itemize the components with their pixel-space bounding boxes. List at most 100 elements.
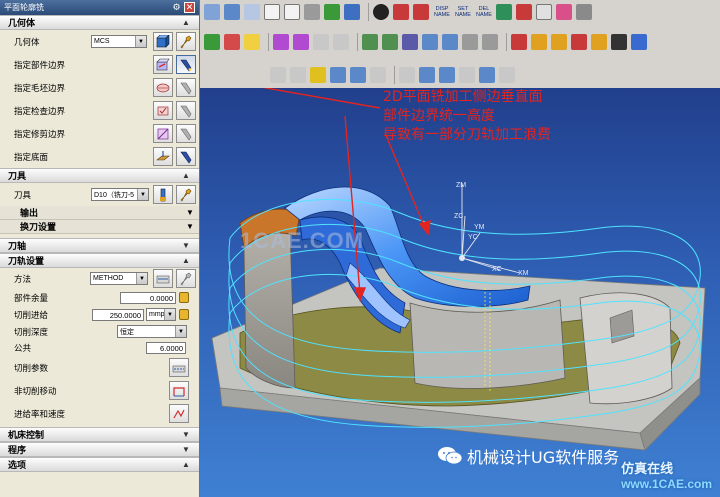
snap-mid-icon[interactable] xyxy=(350,67,366,83)
tool-select[interactable]: D10（铣刀-5 ▼ xyxy=(91,188,149,201)
view-icon[interactable] xyxy=(393,4,409,20)
wcs-icon[interactable] xyxy=(413,4,429,20)
set-name-button[interactable]: SET NAME xyxy=(454,6,472,18)
section-geometry-header[interactable]: 几何体 ▲ xyxy=(0,15,199,30)
polygon-icon[interactable] xyxy=(284,4,300,20)
pin-icon[interactable] xyxy=(462,34,478,50)
feeds-speeds-button[interactable] xyxy=(169,404,189,423)
blend-icon[interactable] xyxy=(422,34,438,50)
print-icon[interactable] xyxy=(611,34,627,50)
snap-off-icon[interactable] xyxy=(499,67,515,83)
section-machine-control-header[interactable]: 机床控制 ▼ xyxy=(0,427,199,442)
geometry-select[interactable]: MCS ▼ xyxy=(91,35,147,48)
shop-doc-icon[interactable] xyxy=(591,34,607,50)
point-icon[interactable] xyxy=(304,4,320,20)
xc-axis-label: XC xyxy=(492,266,502,273)
method-select[interactable]: METHOD ▼ xyxy=(90,272,148,285)
dialog-titlebar[interactable]: 平面轮廓铣 ⚙ ✕ xyxy=(0,0,199,15)
select-blank-boundary-button[interactable] xyxy=(153,78,173,97)
display-trim-boundary-button[interactable] xyxy=(176,124,196,143)
graphics-window[interactable]: ZM ZC YM YC XC XM 1CAE.COM 2D平面铣加工侧边垂直面 … xyxy=(200,88,720,497)
point-set-icon[interactable] xyxy=(273,34,289,50)
section-title: 刀轨设置 xyxy=(8,256,45,266)
display-check-boundary-button[interactable] xyxy=(176,101,196,120)
snap-quadrant-icon[interactable] xyxy=(399,67,415,83)
snap-face-icon[interactable] xyxy=(479,67,495,83)
extrude-icon[interactable] xyxy=(204,34,220,50)
display-floor-button[interactable] xyxy=(176,147,196,166)
new-tool-button[interactable] xyxy=(153,185,173,204)
analysis-icon[interactable] xyxy=(382,34,398,50)
section-options-header[interactable]: 选项 ▲ xyxy=(0,457,199,472)
snap-tangent-icon[interactable] xyxy=(439,67,455,83)
feed-unit-select[interactable]: mmpm ▼ xyxy=(146,308,176,321)
operation-dialog: 平面轮廓铣 ⚙ ✕ 几何体 ▲ 几何体 MCS ▼ 指定部件边界 指定毛坯边界 xyxy=(0,0,200,497)
select-floor-button[interactable] xyxy=(153,147,173,166)
shading-icon[interactable] xyxy=(373,4,389,20)
chamfer-icon[interactable] xyxy=(402,34,418,50)
display-part-boundary-button[interactable] xyxy=(176,55,196,74)
snap-intersect-icon[interactable] xyxy=(419,67,435,83)
snap-point-icon[interactable] xyxy=(310,67,326,83)
close-icon[interactable]: ✕ xyxy=(184,2,195,13)
subsection-tool-change-header[interactable]: 换刀设置 ▼ xyxy=(0,220,199,234)
plane-icon[interactable] xyxy=(313,34,329,50)
replay-icon[interactable] xyxy=(531,34,547,50)
color-icon[interactable] xyxy=(556,4,572,20)
feed-input[interactable]: 250.0000 xyxy=(92,308,144,321)
postprocess-icon[interactable] xyxy=(571,34,587,50)
solid-icon[interactable] xyxy=(344,4,360,20)
revolve-icon[interactable] xyxy=(224,34,240,50)
part-stock-input[interactable]: 0.0000 xyxy=(120,291,176,304)
lock-icon[interactable] xyxy=(179,292,189,303)
edit-geometry-button[interactable] xyxy=(176,32,196,51)
edit-method-button[interactable] xyxy=(176,269,196,288)
section-path-settings-header[interactable]: 刀轨设置 ▲ xyxy=(0,253,199,268)
arc-icon[interactable] xyxy=(244,4,260,20)
subsection-output-header[interactable]: 输出 ▼ xyxy=(0,206,199,220)
select-check-boundary-button[interactable] xyxy=(153,101,173,120)
snap-end-icon[interactable] xyxy=(330,67,346,83)
offset-icon[interactable] xyxy=(324,4,340,20)
del-name-button[interactable]: DEL NAME xyxy=(475,6,493,18)
depth-select[interactable]: 恒定 ▼ xyxy=(117,325,187,338)
snap-center-icon[interactable] xyxy=(370,67,386,83)
check-geometry-icon[interactable] xyxy=(362,34,378,50)
sew-icon[interactable] xyxy=(482,34,498,50)
generate-icon[interactable] xyxy=(511,34,527,50)
rectangle-icon[interactable] xyxy=(264,4,280,20)
new-geometry-button[interactable] xyxy=(153,32,173,51)
new-method-button[interactable] xyxy=(153,269,173,288)
part-model[interactable] xyxy=(200,88,720,497)
select-icon[interactable] xyxy=(536,4,552,20)
curve-icon[interactable] xyxy=(204,4,220,20)
section-program-header[interactable]: 程序 ▼ xyxy=(0,442,199,457)
layer-icon[interactable] xyxy=(496,4,512,20)
edit-tool-button[interactable] xyxy=(176,185,196,204)
display-blank-boundary-button[interactable] xyxy=(176,78,196,97)
cut-params-button[interactable] xyxy=(169,358,189,377)
axis-icon[interactable] xyxy=(333,34,349,50)
snap-icon[interactable] xyxy=(290,67,306,83)
text-icon[interactable] xyxy=(244,34,260,50)
chevron-up-icon: ▲ xyxy=(182,18,190,27)
site-logo-title: 仿真在线 xyxy=(621,461,674,476)
non-cut-button[interactable] xyxy=(169,381,189,400)
filter-icon[interactable] xyxy=(270,67,286,83)
common-input[interactable]: 6.0000 xyxy=(146,342,186,354)
section-tool-header[interactable]: 刀具 ▲ xyxy=(0,168,199,183)
measure-icon[interactable] xyxy=(516,4,532,20)
select-trim-boundary-button[interactable] xyxy=(153,124,173,143)
lock-icon[interactable] xyxy=(179,309,189,320)
section-tool-axis-header[interactable]: 刀轴 ▼ xyxy=(0,238,199,253)
select-part-boundary-button[interactable] xyxy=(153,55,173,74)
simulate-icon[interactable] xyxy=(631,34,647,50)
trim-body-icon[interactable] xyxy=(442,34,458,50)
verify-icon[interactable] xyxy=(551,34,567,50)
snap-grid-icon[interactable] xyxy=(459,67,475,83)
datum-icon[interactable] xyxy=(293,34,309,50)
gear-icon[interactable]: ⚙ xyxy=(171,2,182,13)
spline-icon[interactable] xyxy=(224,4,240,20)
grid-icon[interactable] xyxy=(576,4,592,20)
disp-name-button[interactable]: DISP NAME xyxy=(433,6,451,18)
